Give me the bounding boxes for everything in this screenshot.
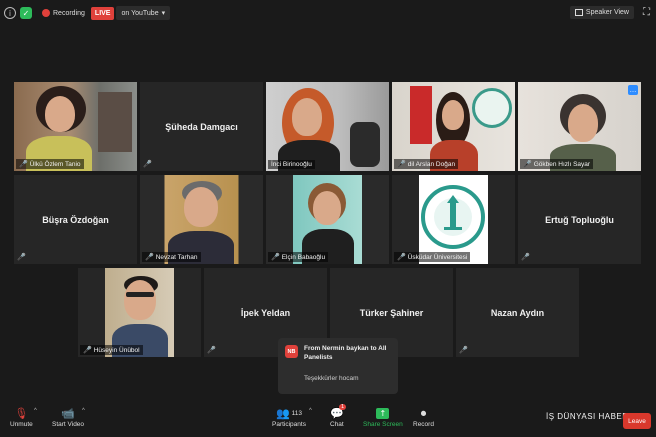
- participant-tile[interactable]: 🎤 Ülkü Özlem Tanio: [14, 82, 137, 171]
- start-video-label: Start Video: [52, 421, 85, 428]
- more-options-button[interactable]: …: [628, 85, 638, 95]
- participant-tile-active-speaker[interactable]: İnci Birinooğlu: [266, 82, 389, 171]
- security-shield-icon[interactable]: ✓: [20, 7, 32, 19]
- video-feed: [140, 175, 263, 264]
- speaker-view-button[interactable]: Speaker View: [569, 6, 634, 19]
- microphone-muted-icon: 🎙: [14, 407, 29, 420]
- mic-muted-icon: 🎤: [523, 160, 532, 168]
- mic-muted-icon: 🎤: [145, 253, 154, 261]
- chat-message: Teşekkürler hocam: [304, 375, 359, 382]
- video-feed: [266, 175, 389, 264]
- video-feed: [266, 82, 389, 171]
- fullscreen-icon[interactable]: ⛶: [643, 7, 650, 18]
- video-options-caret[interactable]: ^: [82, 408, 85, 414]
- meeting-info-icon[interactable]: i: [4, 7, 16, 19]
- chat-notification[interactable]: NB From Nermin baykan to All Panelists T…: [278, 338, 398, 394]
- participant-name-tag: İnci Birinooğlu: [268, 160, 315, 169]
- mic-muted-icon: 🎤: [19, 160, 28, 168]
- participant-name-tag: 🎤 Ülkü Özlem Tanio: [16, 159, 84, 169]
- participant-name-tag: 🎤 Gökben Hızlı Sayar: [520, 159, 594, 169]
- live-badge: LIVE: [90, 6, 115, 20]
- recording-dot-icon: [42, 9, 50, 17]
- video-off-icon: 📹: [61, 407, 75, 420]
- record-icon: ⏺: [420, 406, 427, 420]
- participant-tile[interactable]: 🎤 dil Arslan Doğan: [392, 82, 515, 171]
- participant-name: Elçin Babaoğlu: [281, 253, 326, 261]
- participant-tile[interactable]: Büşra Özdoğan 🎤: [14, 175, 137, 264]
- participant-tile[interactable]: 🎤 Elçin Babaoğlu: [266, 175, 389, 264]
- news-watermark: İŞ DÜNYASI HABER: [546, 412, 629, 421]
- participant-name: Üsküdar Üniversitesi: [407, 253, 468, 261]
- participants-icon: 👥: [275, 407, 290, 420]
- participant-name-tag: 🎤 Hüseyin Ünübol: [80, 345, 143, 355]
- chat-label: Chat: [330, 421, 344, 428]
- mic-muted-icon: 🎤: [521, 253, 530, 261]
- participant-tile[interactable]: … 🎤 Gökben Hızlı Sayar: [518, 82, 641, 171]
- mic-muted-icon: 🎤: [271, 253, 280, 261]
- mic-muted-icon: 🎤: [459, 346, 468, 354]
- participant-name: Nevzat Tarhan: [155, 253, 198, 261]
- share-icon-wrap: ↑: [376, 406, 390, 421]
- participant-tile[interactable]: Şüheda Damgacı 🎤: [140, 82, 263, 171]
- chat-unread-badge: 1: [339, 404, 347, 410]
- layout-grid-icon: [574, 9, 583, 16]
- sender-avatar: NB: [285, 345, 298, 358]
- participant-tile[interactable]: Nazan Aydın 🎤: [456, 268, 579, 357]
- participants-button[interactable]: 👥 113 Participants: [272, 406, 306, 428]
- mic-muted-icon: 🎤: [143, 160, 152, 168]
- university-logo: [421, 185, 485, 249]
- participant-name: dil Arslan Doğan: [407, 160, 456, 168]
- participant-name-tag: 🎤 Elçin Babaoğlu: [268, 252, 329, 262]
- video-feed: [392, 82, 515, 171]
- participant-tile[interactable]: Ertuğ Topluoğlu 🎤: [518, 175, 641, 264]
- chat-button[interactable]: 💬 1 Chat: [330, 404, 347, 428]
- meeting-top-bar: i ✓ Recording LIVE on YouTube ▾: [0, 0, 656, 26]
- record-button[interactable]: ⏺ Record: [413, 406, 434, 429]
- participant-name: Nazan Aydın: [490, 307, 545, 318]
- chevron-down-icon: ▾: [161, 10, 166, 17]
- record-label: Record: [413, 421, 434, 428]
- unmute-label: Unmute: [10, 421, 33, 428]
- participants-options-caret[interactable]: ^: [309, 408, 312, 414]
- mic-muted-icon: 🎤: [397, 253, 406, 261]
- video-feed: [14, 82, 137, 171]
- participant-name: Hüseyin Ünübol: [93, 346, 140, 354]
- unmute-button[interactable]: 🎙 Unmute: [10, 406, 33, 428]
- share-screen-label: Share Screen: [363, 421, 403, 428]
- participant-name-tag: 🎤 Üsküdar Üniversitesi: [394, 252, 471, 262]
- mic-muted-icon: 🎤: [207, 346, 216, 354]
- participant-name: Büşra Özdoğan: [42, 214, 109, 225]
- recording-label: Recording: [53, 9, 85, 17]
- participant-name: İnci Birinooğlu: [271, 161, 312, 168]
- participant-tile[interactable]: 🎤 Hüseyin Ünübol: [78, 268, 201, 357]
- participant-tile[interactable]: 🎤 Üsküdar Üniversitesi: [392, 175, 515, 264]
- logo-feed: [392, 175, 515, 264]
- participant-name: Şüheda Damgacı: [165, 121, 238, 132]
- participant-name: Ertuğ Topluoğlu: [545, 214, 614, 225]
- participant-name-tag: 🎤 Nevzat Tarhan: [142, 252, 201, 262]
- audio-options-caret[interactable]: ^: [34, 408, 37, 414]
- participants-count: 113: [291, 410, 303, 417]
- chat-sender: From Nermin baykan to All Panelists: [304, 345, 387, 361]
- leave-button[interactable]: Leave: [623, 413, 651, 429]
- mic-muted-icon: 🎤: [17, 253, 26, 261]
- livestream-dropdown[interactable]: on YouTube ▾: [116, 6, 171, 20]
- chat-icon-wrap: 💬 1: [330, 404, 347, 421]
- participant-tile[interactable]: 🎤 Nevzat Tarhan: [140, 175, 263, 264]
- participant-name-tag: 🎤 dil Arslan Doğan: [394, 159, 459, 169]
- mic-muted-icon: 🎤: [83, 346, 92, 354]
- share-screen-button[interactable]: ↑ Share Screen: [363, 406, 403, 428]
- participant-name: Gökben Hızlı Sayar: [533, 160, 591, 168]
- video-feed: [518, 82, 641, 171]
- livestream-label: on YouTube: [121, 9, 159, 17]
- video-feed: [78, 268, 201, 357]
- start-video-button[interactable]: 📹 Start Video: [52, 406, 84, 428]
- mic-muted-icon: 🎤: [397, 160, 406, 168]
- participants-label: Participants: [272, 421, 306, 428]
- share-screen-icon: ↑: [376, 408, 390, 419]
- participant-name: Ülkü Özlem Tanio: [29, 160, 81, 168]
- speaker-view-label: Speaker View: [585, 9, 629, 16]
- participants-icon-group: 👥 113: [276, 406, 302, 421]
